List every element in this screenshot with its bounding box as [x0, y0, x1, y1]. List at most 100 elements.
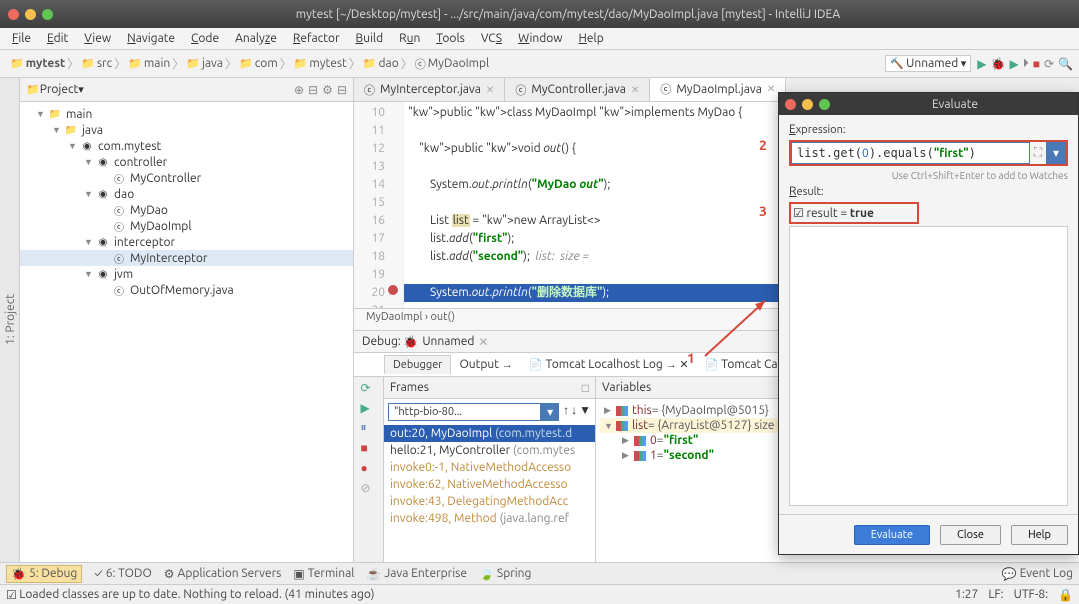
close-tab-1[interactable]: ✕	[486, 84, 494, 96]
rerun-icon[interactable]: ⟳	[361, 381, 377, 397]
frames-column: Frames□ "http-bio-80...▾ ↑↓▼ out:20, MyD…	[384, 377, 596, 562]
caret-position[interactable]: 1:27	[955, 588, 978, 602]
thread-selector[interactable]: "http-bio-80...▾ ↑↓▼	[388, 403, 591, 421]
dlg-min-icon[interactable]	[802, 99, 813, 110]
menu-analyze[interactable]: Analyze	[229, 30, 283, 47]
menu-navigate[interactable]: Navigate	[121, 30, 181, 47]
tree-node[interactable]: ⓒOutOfMemory.java	[20, 282, 353, 298]
tab-tomcat-local[interactable]: 📄 Tomcat Localhost Log → ✕	[521, 355, 697, 374]
maximize-icon[interactable]	[42, 9, 53, 20]
stack-frame[interactable]: invoke:62, NativeMethodAccesso	[384, 476, 595, 493]
collapse-icon[interactable]: ⊕	[294, 83, 304, 97]
tab-debug-bottom[interactable]: 🐞 5: Debug	[6, 565, 82, 583]
debug-icon[interactable]: 🐞	[991, 57, 1006, 71]
dialog-titlebar[interactable]: Evaluate	[779, 93, 1078, 115]
view-breakpoints-icon[interactable]: ●	[361, 461, 377, 477]
menu-view[interactable]: View	[78, 30, 117, 47]
tab-todo[interactable]: ✓ 6: TODO	[94, 567, 151, 580]
menubar: File Edit View Navigate Code Analyze Ref…	[0, 28, 1079, 50]
project-tree[interactable]: ▼📁main▼📁java▼◉com.mytest▼◉controllerⓒMyC…	[20, 102, 353, 562]
tab-debugger[interactable]: Debugger	[384, 355, 451, 374]
breadcrumb[interactable]: 📁 mytest 〉📁 src〉📁 main〉📁 java〉📁 com〉📁 my…	[6, 53, 493, 74]
tree-node[interactable]: ⓒMyDaoImpl	[20, 218, 353, 234]
pause-icon[interactable]: ⏸	[361, 421, 377, 437]
tab-mycontroller[interactable]: ⓒ MyController.java✕	[505, 78, 650, 101]
file-encoding[interactable]: UTF-8:	[1014, 588, 1048, 602]
hide-icon[interactable]: ⊟	[337, 83, 347, 97]
tree-node[interactable]: ⓒMyController	[20, 170, 353, 186]
menu-tools[interactable]: Tools	[430, 30, 471, 47]
menu-edit[interactable]: Edit	[41, 30, 74, 47]
scroll-icon[interactable]: ⊟	[308, 83, 318, 97]
stack-frame[interactable]: invoke0:-1, NativeMethodAccesso	[384, 459, 595, 476]
close-button[interactable]: Close	[940, 525, 1001, 545]
menu-vcs[interactable]: VCS	[475, 30, 508, 47]
stack-frame[interactable]: hello:21, MyController (com.mytes	[384, 442, 595, 459]
close-tab-2[interactable]: ✕	[631, 84, 639, 96]
profile-icon[interactable]: ⏵	[1023, 57, 1029, 71]
frame-list[interactable]: out:20, MyDaoImpl (com.mytest.dhello:21,…	[384, 425, 595, 562]
menu-window[interactable]: Window	[512, 30, 568, 47]
tree-node[interactable]: ▼◉dao	[20, 186, 353, 202]
tab-mydaoimpl[interactable]: ⓒ MyDaoImpl.java✕	[650, 78, 786, 101]
stack-frame[interactable]: invoke:498, Method (java.lang.ref	[384, 510, 595, 527]
history-dropdown-icon[interactable]: ▾	[1046, 142, 1066, 164]
gear-icon[interactable]: ⚙	[322, 83, 333, 97]
mute-breakpoints-icon[interactable]: ⊘	[361, 481, 377, 497]
update-icon[interactable]: ⟳	[1044, 57, 1054, 71]
next-frame-icon[interactable]: ↓	[571, 403, 577, 421]
tree-node[interactable]: ▼◉interceptor	[20, 234, 353, 250]
window-controls[interactable]	[8, 9, 53, 20]
stack-frame[interactable]: invoke:43, DelegatingMethodAcc	[384, 493, 595, 510]
dlg-max-icon[interactable]	[819, 99, 830, 110]
tab-java-enterprise[interactable]: ☕ Java Enterprise	[366, 567, 467, 581]
tree-node[interactable]: ▼◉controller	[20, 154, 353, 170]
tree-node[interactable]: ⓒMyDao	[20, 202, 353, 218]
restore-layout-icon[interactable]: □	[582, 381, 589, 395]
run-config-selector[interactable]: 🔨 Unnamed ▾	[885, 55, 971, 72]
lock-icon[interactable]: 🔒	[1058, 588, 1073, 602]
gutter[interactable]: 101112131415161718192021	[354, 102, 404, 308]
dlg-close-icon[interactable]	[785, 99, 796, 110]
close-debug-icon[interactable]: ✕	[478, 335, 488, 349]
filter-icon[interactable]: ▼	[579, 403, 591, 421]
menu-refactor[interactable]: Refactor	[287, 30, 346, 47]
tab-spring[interactable]: 🍃 Spring	[479, 567, 531, 581]
close-icon[interactable]	[8, 9, 19, 20]
minimize-icon[interactable]	[25, 9, 36, 20]
tree-node[interactable]: ▼◉com.mytest	[20, 138, 353, 154]
result-row[interactable]: ☑ result = true	[793, 206, 915, 220]
result-area[interactable]	[789, 226, 1068, 506]
tab-project[interactable]: 1: Project	[2, 290, 19, 349]
stack-frame[interactable]: out:20, MyDaoImpl (com.mytest.d	[384, 425, 595, 442]
line-separator[interactable]: LF:	[988, 588, 1003, 602]
tree-node[interactable]: ▼📁main	[20, 106, 353, 122]
search-icon[interactable]: 🔍	[1058, 57, 1073, 71]
menu-help[interactable]: Help	[573, 30, 610, 47]
tab-app-servers[interactable]: ⚙ Application Servers	[164, 567, 282, 581]
expression-input[interactable]: list.get(0).equals("first")	[791, 142, 1030, 164]
menu-build[interactable]: Build	[350, 30, 390, 47]
stop-debug-icon[interactable]: ■	[361, 441, 377, 457]
help-button[interactable]: Help	[1011, 525, 1068, 545]
tab-myinterceptor[interactable]: ⓒ MyInterceptor.java✕	[354, 78, 505, 101]
chevron-down-icon[interactable]: ▾	[541, 403, 559, 421]
tab-terminal[interactable]: ▣ Terminal	[293, 567, 354, 581]
event-log[interactable]: 💬 Event Log	[1002, 567, 1073, 581]
menu-run[interactable]: Run	[393, 30, 426, 47]
menu-file[interactable]: File	[6, 30, 37, 47]
menu-code[interactable]: Code	[185, 30, 225, 47]
close-tab-3[interactable]: ✕	[767, 83, 775, 95]
stop-icon[interactable]: ■	[1033, 57, 1040, 71]
evaluate-button[interactable]: Evaluate	[854, 525, 930, 545]
expand-icon[interactable]: ⛶	[1030, 142, 1046, 164]
prev-frame-icon[interactable]: ↑	[563, 403, 569, 421]
tree-node[interactable]: ▼◉jvm	[20, 266, 353, 282]
run-icon[interactable]: ▶	[977, 57, 986, 71]
tree-node[interactable]: ▼📁java	[20, 122, 353, 138]
coverage-icon[interactable]: ▶	[1009, 57, 1018, 71]
tab-output[interactable]: Output →	[451, 355, 520, 374]
evaluate-dialog: Evaluate 2 Expression: list.get(0).equal…	[778, 92, 1079, 555]
resume-icon[interactable]: ▶	[361, 401, 377, 417]
tree-node[interactable]: ⓒMyInterceptor	[20, 250, 353, 266]
